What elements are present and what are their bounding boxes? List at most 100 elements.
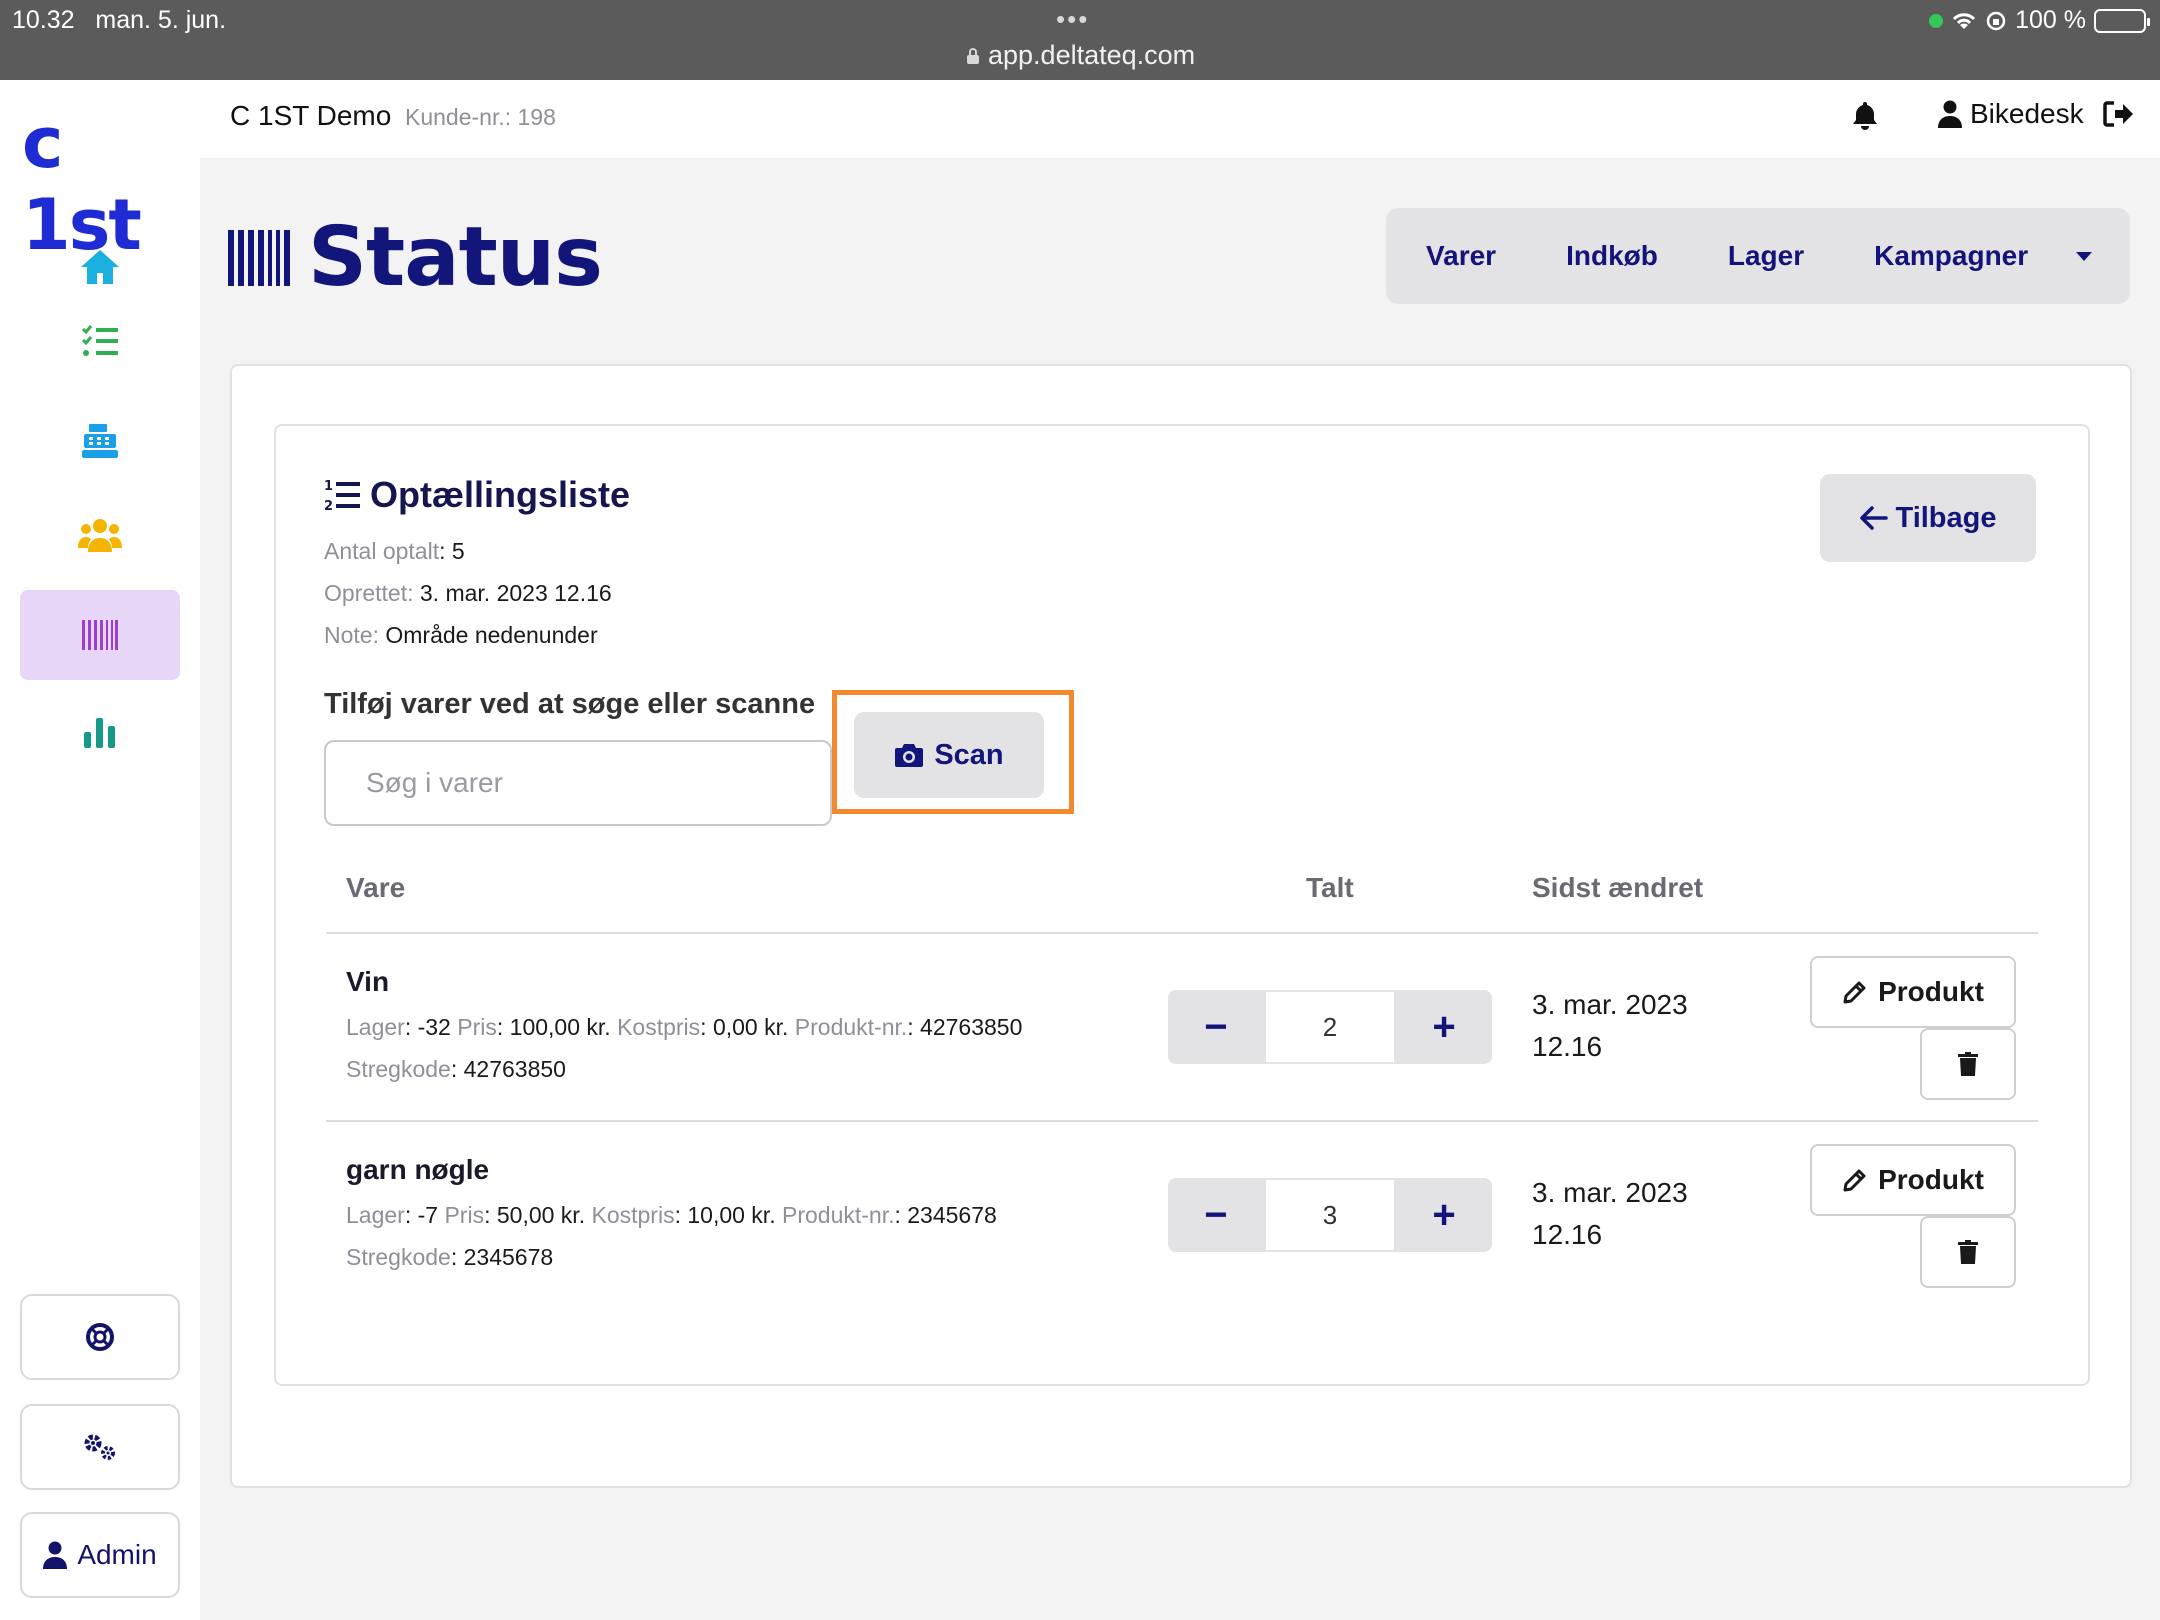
row-item-name: garn nøgle: [346, 1154, 490, 1185]
ordered-list-icon: 1 2: [324, 479, 360, 512]
created-label: Oprettet:: [324, 580, 414, 606]
nav-varer[interactable]: Varer: [1426, 240, 1496, 272]
barcode-icon: [82, 620, 118, 650]
user-menu[interactable]: Bikedesk: [1938, 98, 2134, 130]
search-input[interactable]: [324, 740, 832, 826]
nav-indkob[interactable]: Indkøb: [1566, 240, 1658, 272]
count-list-title: Optællingsliste: [370, 474, 631, 515]
ios-status-bar: 10.32 man. 5. jun. ••• app.deltateq.com …: [0, 0, 2160, 80]
row-item-barcode: Stregkode: 2345678: [346, 1244, 554, 1270]
note-label: Note:: [324, 622, 379, 648]
delete-button[interactable]: [1920, 1028, 2016, 1100]
product-button[interactable]: Produkt: [1810, 956, 2016, 1028]
back-label: Tilbage: [1895, 501, 1997, 534]
row-item-barcode: Stregkode: 42763850: [346, 1056, 566, 1082]
sidebar-item-statistics[interactable]: [20, 688, 180, 778]
barcode-icon: [228, 229, 290, 286]
notifications-button[interactable]: [1852, 100, 1878, 135]
bar-chart-icon: [84, 718, 115, 748]
increment-button[interactable]: +: [1396, 990, 1492, 1064]
row-item-details: Lager: -7 Pris: 50,00 kr. Kostpris: 10,0…: [346, 1202, 997, 1228]
scan-button[interactable]: Scan: [854, 712, 1044, 798]
users-icon: [78, 519, 122, 552]
created-value: 3. mar. 2023 12.16: [413, 580, 612, 606]
wifi-icon: [1953, 12, 1976, 29]
settings-button[interactable]: [20, 1404, 180, 1490]
help-button[interactable]: [20, 1294, 180, 1380]
row-item-details: Lager: -32 Pris: 100,00 kr. Kostpris: 0,…: [346, 1014, 1023, 1040]
user-icon: [43, 1541, 68, 1569]
page-heading: Status: [228, 210, 603, 305]
column-header-item: Vare: [346, 872, 406, 903]
scan-label: Scan: [934, 738, 1004, 771]
section-nav: Varer Indkøb Lager Kampagner: [1386, 208, 2130, 304]
trash-icon: [1958, 1240, 1978, 1264]
sidebar-item-register[interactable]: [20, 396, 180, 486]
rotation-lock-icon: [1986, 11, 2006, 30]
count-list-heading: 1 2 Optællingsliste: [324, 474, 630, 516]
pencil-icon: [1843, 981, 1866, 1004]
add-items-label: Tilføj varer ved at søge eller scanne: [324, 688, 816, 720]
lifebuoy-icon: [86, 1323, 114, 1351]
quantity-stepper: − 3 +: [1168, 1178, 1492, 1252]
admin-button[interactable]: Admin: [20, 1512, 180, 1598]
back-button[interactable]: Tilbage: [1820, 474, 2036, 562]
svg-text:1: 1: [324, 479, 333, 494]
pencil-icon: [1843, 1169, 1866, 1192]
decrement-button[interactable]: −: [1168, 990, 1264, 1064]
sidebar-item-customers[interactable]: [20, 490, 180, 580]
column-header-counted: Talt: [1306, 872, 1354, 903]
battery-percent: 100 %: [2015, 6, 2086, 34]
nav-kampagner[interactable]: Kampagner: [1874, 240, 2028, 272]
nav-lager[interactable]: Lager: [1728, 240, 1804, 272]
counted-label: Antal optalt: [324, 538, 440, 564]
trash-icon: [1958, 1052, 1978, 1076]
row-last-changed: 3. mar. 2023 12.16: [1532, 989, 1688, 1062]
browser-more-dots[interactable]: •••: [1056, 4, 1089, 35]
sidebar-item-tasks[interactable]: [20, 296, 180, 386]
gears-icon: [84, 1434, 115, 1460]
sidebar: c 1st Admin: [0, 80, 200, 1620]
product-button-label: Produkt: [1878, 976, 1984, 1007]
counted-line: Antal optalt: 5: [324, 538, 465, 565]
company-name: C 1ST Demo: [230, 100, 392, 131]
increment-button[interactable]: +: [1396, 1178, 1492, 1252]
counted-value: : 5: [439, 538, 465, 564]
user-icon: [1938, 100, 1962, 128]
camera-icon: [895, 744, 924, 767]
quantity-value[interactable]: 2: [1264, 990, 1396, 1064]
home-icon: [81, 250, 119, 284]
status-time: 10.32 man. 5. jun.: [12, 6, 227, 34]
delete-button[interactable]: [1920, 1216, 2016, 1288]
column-header-changed: Sidst ændret: [1532, 872, 1704, 903]
note-value: Område nedenunder: [378, 622, 598, 648]
quantity-value[interactable]: 3: [1264, 1178, 1396, 1252]
nav-dropdown-caret-icon[interactable]: [2076, 252, 2092, 261]
top-header: C 1ST Demo Kunde-nr.: 198 Bikedesk: [200, 80, 2160, 158]
user-name: Bikedesk: [1970, 98, 2084, 129]
product-button-label: Produkt: [1878, 1164, 1984, 1195]
row-last-changed: 3. mar. 2023 12.16: [1532, 1177, 1688, 1250]
cash-register-icon: [82, 424, 118, 458]
lock-icon: [967, 47, 979, 64]
product-button[interactable]: Produkt: [1810, 1144, 2016, 1216]
page-title: Status: [308, 210, 603, 305]
note-line: Note: Område nedenunder: [324, 622, 598, 649]
svg-text:2: 2: [324, 499, 333, 512]
url-text: app.deltateq.com: [988, 40, 1196, 70]
sidebar-item-status[interactable]: [20, 590, 180, 680]
camera-indicator-icon: [1929, 13, 1944, 28]
table-header-divider: [326, 932, 2038, 934]
row-item-name: Vin: [346, 966, 390, 997]
address-bar[interactable]: app.deltateq.com: [966, 40, 1195, 71]
decrement-button[interactable]: −: [1168, 1178, 1264, 1252]
battery-icon: [2094, 8, 2150, 33]
customer-number: Kunde-nr.: 198: [405, 104, 556, 130]
arrow-left-icon: [1859, 506, 1888, 530]
logout-icon[interactable]: [2102, 100, 2134, 128]
admin-label: Admin: [77, 1539, 157, 1570]
created-line: Oprettet: 3. mar. 2023 12.16: [324, 580, 612, 607]
status-indicators: 100 %: [1929, 6, 2150, 35]
checklist-icon: [81, 325, 118, 356]
bell-icon: [1853, 102, 1877, 130]
